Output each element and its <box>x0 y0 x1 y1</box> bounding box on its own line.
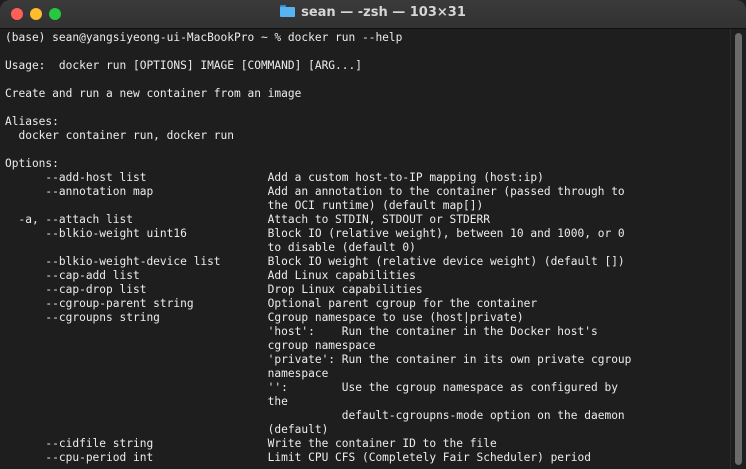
terminal-output[interactable]: (base) sean@yangsiyeong-ui-MacBookPro ~ … <box>0 29 731 469</box>
terminal-line: --cap-drop list Drop Linux capabilities <box>5 283 423 296</box>
terminal-line: Usage: docker run [OPTIONS] IMAGE [COMMA… <box>5 59 362 72</box>
terminal-line: 'private': Run the container in its own … <box>5 353 632 366</box>
terminal-line: namespace <box>5 367 329 380</box>
terminal-line: --cap-add list Add Linux capabilities <box>5 269 416 282</box>
terminal-line: to disable (default 0) <box>5 241 416 254</box>
terminal-line: -a, --attach list Attach to STDIN, STDOU… <box>5 213 490 226</box>
window-title: sean — -zsh — 103×31 <box>301 5 466 20</box>
terminal-line: --annotation map Add an annotation to th… <box>5 185 625 198</box>
terminal-line: --add-host list Add a custom host-to-IP … <box>5 171 544 184</box>
terminal-line: --blkio-weight-device list Block IO weig… <box>5 255 625 268</box>
title-bar[interactable]: sean — -zsh — 103×31 <box>0 0 746 29</box>
terminal-line: docker container run, docker run <box>5 129 235 142</box>
terminal-line: (default) <box>5 423 329 436</box>
terminal-line: '': Use the cgroup namespace as configur… <box>5 381 618 394</box>
terminal-line: --cpu-period int Limit CPU CFS (Complete… <box>5 451 591 464</box>
terminal-line: --cgroup-parent string Optional parent c… <box>5 297 538 310</box>
terminal-line: the OCI runtime) (default map[]) <box>5 199 484 212</box>
terminal-line: the <box>5 395 288 408</box>
terminal-line: 'host': Run the container in the Docker … <box>5 325 598 338</box>
terminal-window: sean — -zsh — 103×31 (base) sean@yangsiy… <box>0 0 746 469</box>
prompt-line: (base) sean@yangsiyeong-ui-MacBookPro ~ … <box>5 31 403 44</box>
terminal-line: --cgroupns string Cgroup namespace to us… <box>5 311 524 324</box>
terminal-line: Aliases: <box>5 115 59 128</box>
window-title-container: sean — -zsh — 103×31 <box>0 5 746 20</box>
scrollbar-thumb[interactable] <box>735 33 742 465</box>
terminal-line: Create and run a new container from an i… <box>5 87 302 100</box>
terminal-line: --blkio-weight uint16 Block IO (relative… <box>5 227 625 240</box>
terminal-line: cgroup namespace <box>5 339 376 352</box>
folder-icon <box>280 5 296 17</box>
terminal-line: default-cgroupns-mode option on the daem… <box>5 409 625 422</box>
scrollbar[interactable] <box>730 29 746 469</box>
terminal-line: Options: <box>5 157 59 170</box>
terminal-line: --cidfile string Write the container ID … <box>5 437 497 450</box>
